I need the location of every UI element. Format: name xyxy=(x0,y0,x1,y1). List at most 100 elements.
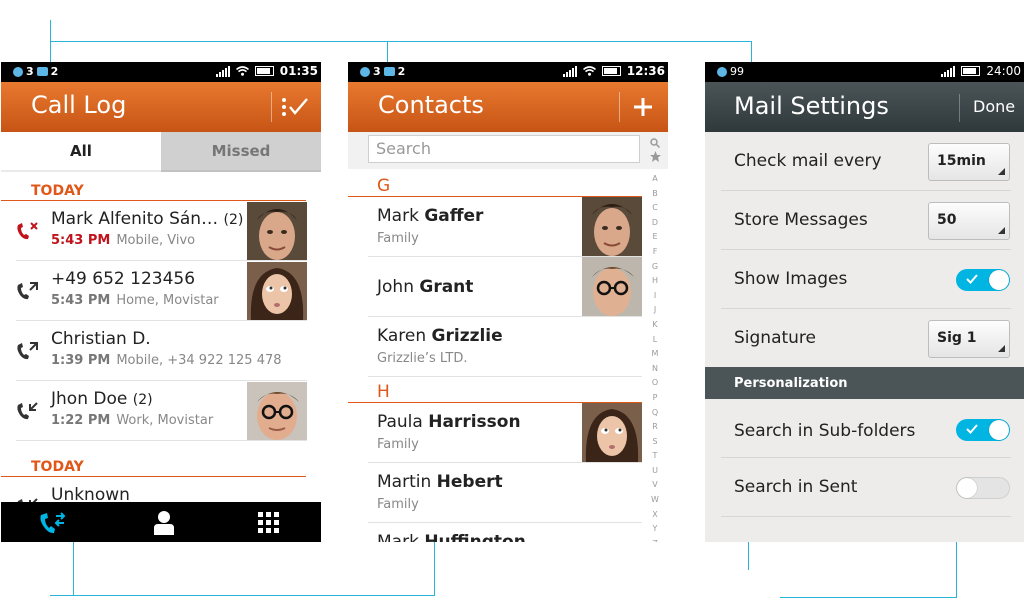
dropdown-arrow-icon xyxy=(998,168,1005,175)
setting-label: Signature xyxy=(734,328,817,348)
contact-name: Paula Harrisson xyxy=(377,412,521,432)
notification-icon xyxy=(13,66,23,77)
favorites-star-icon[interactable] xyxy=(650,151,661,162)
setting-label: Search in Sent xyxy=(734,477,858,497)
keypad-tab[interactable] xyxy=(214,502,321,542)
incoming-call-icon xyxy=(17,402,38,420)
store-messages-select[interactable]: 50 xyxy=(928,202,1010,240)
contact-row[interactable]: Mark Gaffer Family xyxy=(368,197,642,257)
edit-select-icon[interactable] xyxy=(281,97,309,117)
page-title: Mail Settings xyxy=(734,92,889,120)
contact-name: Jhon Doe (2) xyxy=(51,389,153,409)
call-detail: 5:43 PM Mobile, Vivo xyxy=(51,233,196,248)
dropdown-arrow-icon xyxy=(998,227,1005,234)
setting-label: Show Images xyxy=(734,269,848,289)
guide-line xyxy=(50,41,752,42)
setting-row: Search in Sent xyxy=(721,458,1011,517)
section-header: TODAY xyxy=(1,456,306,477)
app-header: Call Log xyxy=(1,82,321,132)
status-time: 24:00 xyxy=(986,64,1021,78)
search-icon[interactable] xyxy=(650,138,660,148)
signature-select[interactable]: Sig 1 xyxy=(928,320,1010,358)
contact-subtitle: Family xyxy=(377,497,419,512)
guide-line xyxy=(780,597,957,598)
signal-icon xyxy=(941,65,956,77)
contact-name: +49 652 123456 xyxy=(51,269,196,289)
section-header: G xyxy=(348,174,642,197)
call-log-screen: 3 2 01:35 Call Log All Missed TODAY Mark… xyxy=(1,62,321,542)
search-sent-toggle[interactable] xyxy=(956,477,1010,499)
avatar xyxy=(582,403,642,462)
call-row[interactable]: Mark Alfenito Sán… (2) 5:43 PM Mobile, Vi… xyxy=(16,201,307,261)
call-detail: 1:39 PM Mobile, +34 922 125 478 xyxy=(51,353,282,368)
signal-icon xyxy=(215,65,230,77)
signal-icon xyxy=(562,65,577,77)
done-button[interactable]: Done xyxy=(973,97,1015,116)
call-log-icon xyxy=(40,512,66,534)
checkmark-icon xyxy=(966,274,978,284)
contacts-tab[interactable] xyxy=(108,502,215,542)
checkmark-icon xyxy=(966,424,978,434)
battery-icon xyxy=(601,66,621,76)
contact-name: Christian D. xyxy=(51,329,151,349)
message-count: 2 xyxy=(397,65,406,78)
call-row[interactable]: Christian D. 1:39 PM Mobile, +34 922 125 … xyxy=(16,321,307,381)
contact-row[interactable]: Karen Grizzlie Grizzlie’s LTD. xyxy=(368,317,642,377)
app-header: Mail Settings Done xyxy=(705,82,1024,132)
check-mail-select[interactable]: 15min xyxy=(928,143,1010,181)
setting-row: Show Images xyxy=(721,250,1011,309)
call-row[interactable]: +49 652 123456 5:43 PM Home, Movistar xyxy=(16,261,307,321)
status-bar: 3 2 12:36 xyxy=(348,62,668,82)
call-log-tab[interactable] xyxy=(1,502,108,542)
show-images-toggle[interactable] xyxy=(956,269,1010,291)
status-time: 12:36 xyxy=(626,64,665,78)
setting-row: Signature Sig 1 xyxy=(721,309,1011,367)
contact-subtitle: Family xyxy=(377,437,419,452)
contact-name: John Grant xyxy=(377,277,474,297)
guide-line xyxy=(50,595,435,596)
setting-label: Store Messages xyxy=(734,210,868,230)
section-header: TODAY xyxy=(1,180,306,201)
wifi-icon xyxy=(235,66,249,76)
contact-name: Martin Hebert xyxy=(377,472,503,492)
call-detail: 5:43 PM Home, Movistar xyxy=(51,293,219,308)
setting-label: Check mail every xyxy=(734,151,882,171)
header-divider xyxy=(271,92,272,122)
tab-missed[interactable]: Missed xyxy=(161,132,321,172)
call-row[interactable]: Jhon Doe (2) 1:22 PM Work, Movistar xyxy=(16,381,307,441)
contact-row[interactable]: Paula Harrisson Family xyxy=(368,403,642,463)
app-header: Contacts xyxy=(348,82,668,132)
wifi-icon xyxy=(582,66,596,76)
contacts-icon xyxy=(153,511,174,535)
tab-all[interactable]: All xyxy=(1,132,161,172)
mail-settings-screen: 99 24:00 Mail Settings Done Check mail e… xyxy=(705,62,1024,542)
contact-name: Mark Alfenito Sán… (2) xyxy=(51,209,244,229)
contact-row[interactable]: John Grant xyxy=(368,257,642,317)
contact-row[interactable]: Martin Hebert Family xyxy=(368,463,642,523)
contact-row[interactable]: Mark Huffington xyxy=(368,523,642,542)
header-divider xyxy=(959,94,960,122)
contact-subtitle: Grizzlie’s LTD. xyxy=(377,351,468,366)
outgoing-call-icon xyxy=(17,342,38,360)
header-divider xyxy=(619,92,620,122)
contact-name: Mark Gaffer xyxy=(377,206,484,226)
avatar xyxy=(582,197,642,256)
notification-icon xyxy=(717,66,727,77)
notification-count: 99 xyxy=(730,65,744,78)
contact-name: Mark Huffington xyxy=(377,532,526,542)
contact-name: Karen Grizzlie xyxy=(377,326,503,346)
notification-icon xyxy=(360,66,370,77)
page-title: Contacts xyxy=(378,91,484,119)
message-icon xyxy=(36,67,48,76)
search-placeholder: Search xyxy=(376,139,431,158)
bottom-toolbar xyxy=(1,502,321,542)
search-subfolders-toggle[interactable] xyxy=(956,419,1010,441)
battery-icon xyxy=(961,66,981,76)
message-count: 2 xyxy=(50,65,59,78)
status-bar: 99 24:00 xyxy=(705,62,1024,82)
add-contact-icon[interactable] xyxy=(633,97,653,117)
contacts-screen: 3 2 12:36 Contacts Search ABCDEFGHIJKLMN… xyxy=(348,62,668,542)
avatar xyxy=(247,262,307,320)
search-input[interactable]: Search xyxy=(368,135,640,163)
page-title: Call Log xyxy=(31,91,127,119)
